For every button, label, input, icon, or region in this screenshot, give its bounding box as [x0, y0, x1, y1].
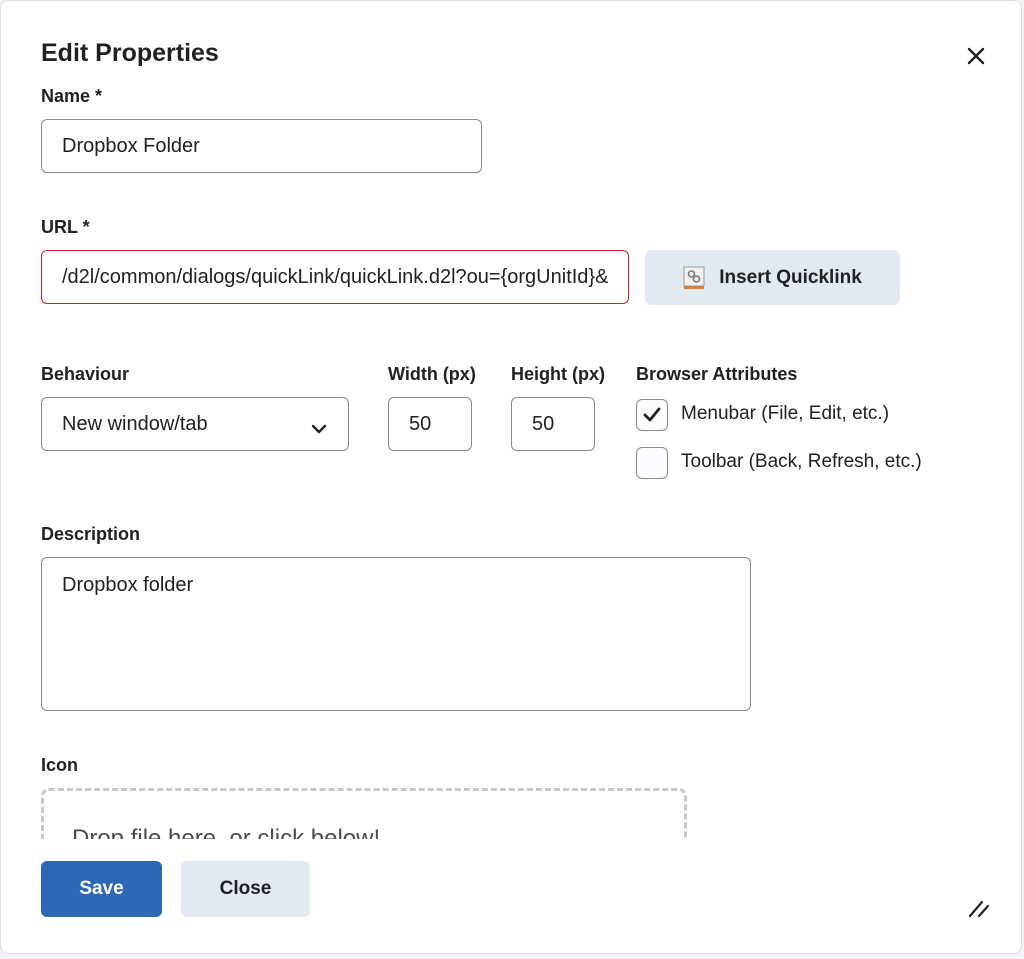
insert-quicklink-button[interactable]: Insert Quicklink: [645, 250, 900, 305]
width-input[interactable]: [388, 397, 472, 451]
save-button[interactable]: Save: [41, 861, 162, 917]
dialog-body[interactable]: Edit Properties Name * URL * Insert Quic…: [1, 1, 1021, 839]
chevron-down-icon: [310, 418, 328, 434]
height-input[interactable]: [511, 397, 595, 451]
icon-label: Icon: [41, 755, 79, 775]
description-textarea[interactable]: Dropbox folder: [41, 557, 751, 711]
insert-quicklink-label: Insert Quicklink: [719, 266, 862, 288]
resize-handle-icon[interactable]: [967, 895, 991, 919]
toolbar-label: Toolbar (Back, Refresh, etc.): [681, 451, 922, 472]
checkmark-icon: [642, 406, 662, 424]
close-icon: [966, 46, 986, 66]
toolbar-checkbox[interactable]: [636, 447, 668, 479]
icon-dropzone[interactable]: Drop file here, or click below!: [41, 788, 687, 839]
url-input[interactable]: [41, 250, 629, 304]
quicklink-icon: [683, 266, 705, 290]
dialog-title: Edit Properties: [41, 39, 219, 67]
width-label: Width (px): [388, 364, 476, 384]
behaviour-select[interactable]: New window/tab: [41, 397, 349, 451]
browser-attributes-label: Browser Attributes: [636, 364, 798, 384]
name-input[interactable]: [41, 119, 482, 173]
behaviour-selected-value: New window/tab: [62, 412, 208, 435]
menubar-label: Menubar (File, Edit, etc.): [681, 403, 890, 424]
dropzone-text: Drop file here, or click below!: [72, 825, 381, 839]
url-label: URL *: [41, 217, 90, 237]
close-icon-button[interactable]: [959, 39, 993, 73]
edit-properties-dialog: Edit Properties Name * URL * Insert Quic…: [0, 0, 1022, 954]
description-label: Description: [41, 524, 141, 544]
behaviour-label: Behaviour: [41, 364, 130, 384]
menubar-checkbox[interactable]: [636, 399, 668, 431]
close-button[interactable]: Close: [181, 861, 310, 917]
name-label: Name *: [41, 86, 103, 106]
height-label: Height (px): [511, 364, 605, 384]
